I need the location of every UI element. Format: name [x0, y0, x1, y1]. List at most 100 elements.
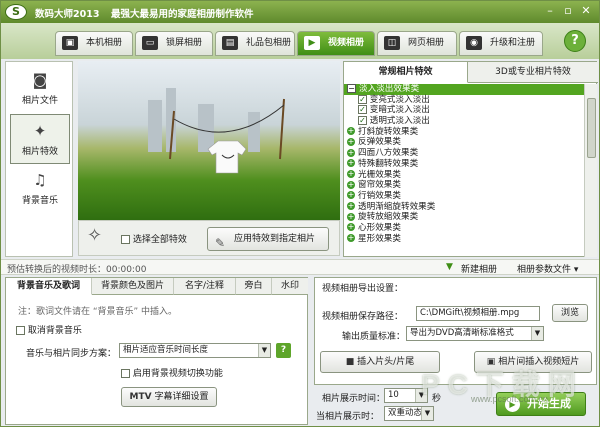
effect-checkbox[interactable] [358, 116, 367, 126]
select-all-checkbox[interactable] [121, 235, 130, 244]
photo-preview [78, 61, 340, 220]
tab-bg-color-image[interactable]: 背景颜色及图片 [92, 278, 174, 295]
expand-icon[interactable]: + [347, 223, 355, 232]
web-icon: ◫ [384, 36, 400, 50]
effects-panel: 常规相片特效 3D或专业相片特效 −淡入淡出效果类 变亮式淡入淡出 变暗式淡入淡… [343, 61, 598, 257]
tab-narration[interactable]: 旁白 [236, 278, 272, 295]
expand-icon[interactable]: + [347, 159, 355, 168]
bottom-settings-panel: 背景音乐及歌词 背景颜色及图片 名字/注释 旁白 水印 注：歌词文件请在 “背景… [5, 277, 308, 425]
enable-video-switch[interactable]: 启用背景视频切换功能 [121, 366, 223, 379]
tree-item-fade-transparent[interactable]: 透明式淡入淡出 [344, 116, 584, 127]
effects-scrollbar[interactable] [584, 84, 597, 257]
sync-select[interactable]: 相片适应音乐时间长度 ▼ [119, 343, 271, 358]
tree-group[interactable]: + 打斜旋转效果类 [344, 127, 584, 138]
video-icon: ▶ [304, 36, 320, 50]
tree-group[interactable]: + 光栅效果类 [344, 170, 584, 181]
tab-local-album[interactable]: ▣ 本机相册 [55, 31, 133, 56]
tab-bg-music-lyrics[interactable]: 背景音乐及歌词 [6, 278, 92, 295]
quality-select[interactable]: 导出为DVD高清晰标准格式 ▼ [406, 326, 544, 341]
tree-item-fade-dark[interactable]: 变暗式淡入淡出 [344, 105, 584, 116]
app-slogan: 最强大最易用的家庭相册制作软件 [111, 9, 254, 20]
dropdown-arrow-icon[interactable]: ▼ [421, 407, 433, 420]
effect-checkbox[interactable] [358, 94, 367, 104]
collapse-icon[interactable]: − [347, 84, 356, 93]
subtitle-settings-button[interactable]: MTV 字幕详细设置 [121, 387, 217, 407]
effect-checkbox[interactable] [358, 105, 367, 115]
album-file-menu[interactable]: 相册参数文件 ▾ [517, 262, 578, 275]
gift-icon: ▤ [222, 36, 238, 50]
minimize-icon[interactable]: – [541, 4, 559, 19]
display-mode-select[interactable]: 双重动态 ▼ [384, 406, 434, 421]
expand-icon[interactable]: + [347, 148, 355, 157]
nav-bg-music[interactable]: ♫ 背景音乐 [10, 164, 70, 214]
sparkle-icon: ✧ [87, 225, 103, 246]
dropdown-arrow-icon[interactable]: ▼ [531, 327, 543, 340]
app-logo-icon: S [5, 4, 27, 20]
tree-group[interactable]: + 旋转放缩效果类 [344, 212, 584, 223]
scrollbar-thumb[interactable] [587, 98, 596, 158]
film-icon: ■ [345, 357, 355, 367]
tab-video-album[interactable]: ▶ 视频相册 [297, 31, 375, 56]
wand-icon: ✎ [215, 236, 226, 250]
expand-icon[interactable]: + [347, 180, 355, 189]
tree-group[interactable]: + 星形效果类 [344, 234, 584, 245]
expand-icon[interactable]: + [347, 212, 355, 221]
tab-lockscreen-album[interactable]: ▭ 锁屏相册 [135, 31, 213, 56]
tab-watermark[interactable]: 水印 [272, 278, 308, 295]
camera-icon: ◙ [32, 71, 48, 89]
local-album-icon: ▣ [62, 36, 78, 50]
tree-group[interactable]: + 特殊翻转效果类 [344, 159, 584, 170]
tree-group[interactable]: + 反弹效果类 [344, 137, 584, 148]
new-album-link[interactable]: 新建相册 [461, 262, 497, 275]
new-album-icon: ▼ [446, 262, 453, 272]
close-icon[interactable]: ✕ [577, 4, 595, 19]
save-path-input[interactable]: C:\DMGift\视频相册.mpg [416, 306, 540, 321]
select-all-effects[interactable]: 选择全部特效 [121, 232, 187, 245]
estimate-duration: 预估转换后的视频时长：00:00:00 [7, 265, 147, 275]
music-icon: ♫ [33, 171, 47, 189]
quality-label: 输出质量标准： [342, 332, 406, 342]
globe-icon: ◉ [466, 36, 482, 50]
lyrics-note: 注：歌词文件请在 “背景音乐” 中插入。 [18, 307, 178, 317]
help-button[interactable]: ? [564, 30, 586, 52]
expand-icon[interactable]: + [347, 170, 355, 178]
left-nav: ◙ 相片文件 ✦ 相片特效 ♫ 背景音乐 [5, 61, 73, 257]
cancel-bg-music-checkbox[interactable] [16, 326, 25, 335]
preview-illustration [169, 98, 285, 174]
tree-group[interactable]: + 四面八方效果类 [344, 148, 584, 159]
path-label: 视频相册保存路径： [322, 312, 404, 322]
tree-group[interactable]: + 行销效果类 [344, 191, 584, 202]
restore-icon[interactable]: ▫ [559, 4, 577, 19]
monitor-icon: ▭ [142, 36, 158, 50]
expand-icon[interactable]: + [347, 137, 355, 146]
tree-group[interactable]: + 窗帘效果类 [344, 180, 584, 191]
effects-tree: −淡入淡出效果类 变亮式淡入淡出 变暗式淡入淡出 透明式淡入淡出 +打斜旋转效果… [344, 84, 584, 257]
tree-group-fade[interactable]: − 淡入淡出效果类 [344, 84, 584, 95]
expand-icon[interactable]: + [347, 191, 355, 200]
browse-button[interactable]: 浏览 [552, 304, 588, 322]
help-icon[interactable]: ? [276, 343, 291, 358]
tree-group[interactable]: + 心形效果类 [344, 223, 584, 234]
export-title: 视频相册导出设置： [322, 284, 404, 294]
tab-gift-album[interactable]: ▤ 礼品包相册 [215, 31, 295, 56]
cancel-bg-music[interactable]: 取消背景音乐 [16, 323, 82, 336]
nav-photo-files[interactable]: ◙ 相片文件 [10, 64, 70, 114]
tab-normal-effects[interactable]: 常规相片特效 [344, 62, 468, 83]
expand-icon[interactable]: + [347, 127, 355, 136]
expand-icon[interactable]: + [347, 202, 355, 211]
app-window: S 数码大师2013 最强大最易用的家庭相册制作软件 – ▫ ✕ ▣ 本机相册 ▭… [0, 0, 600, 427]
nav-photo-effects[interactable]: ✦ 相片特效 [10, 114, 70, 164]
main-toolbar: ▣ 本机相册 ▭ 锁屏相册 ▤ 礼品包相册 ▶ 视频相册 ◫ 网页相册 ◉ 升级和注册 ? [1, 23, 599, 59]
tab-3d-effects[interactable]: 3D或专业相片特效 [468, 62, 598, 83]
dropdown-arrow-icon[interactable]: ▼ [258, 344, 270, 357]
tab-web-album[interactable]: ◫ 网页相册 [377, 31, 457, 56]
watermark-url: www.pcsoft.com.cn [471, 394, 549, 404]
tree-group[interactable]: + 透明渐缩旋转效果类 [344, 202, 584, 213]
tab-upgrade-register[interactable]: ◉ 升级和注册 [459, 31, 543, 56]
tree-item-fade-bright[interactable]: 变亮式淡入淡出 [344, 94, 584, 106]
apply-effects-button[interactable]: ✎ 应用特效到指定相片 [207, 227, 329, 251]
expand-icon[interactable]: + [347, 234, 355, 243]
tab-name-note[interactable]: 名字/注释 [174, 278, 236, 295]
preview-controls: ✧ 选择全部特效 ✎ 应用特效到指定相片 [78, 220, 340, 256]
enable-video-switch-checkbox[interactable] [121, 369, 130, 378]
